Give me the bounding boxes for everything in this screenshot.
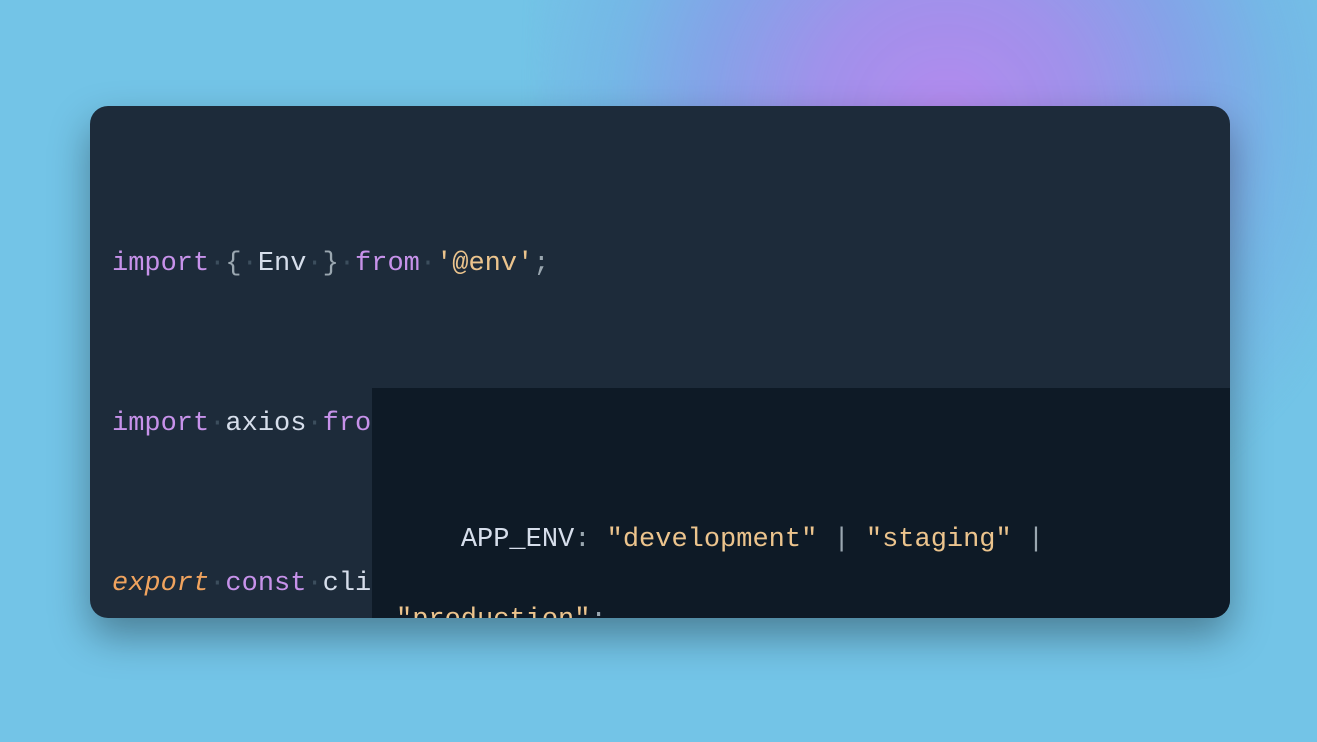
tooltip-key-app-env: APP_ENV xyxy=(461,525,574,555)
code-editor-window: import·{·Env·}·from·'@env'; import·axios… xyxy=(90,106,1230,618)
keyword-from: from xyxy=(355,249,420,279)
keyword-const: const xyxy=(225,569,306,599)
tooltip-content: APP_ENV: "development" | "staging" | "pr… xyxy=(374,470,1230,618)
keyword-import: import xyxy=(112,249,209,279)
keyword-import: import xyxy=(112,409,209,439)
tooltip-line: APP_ENV: "development" | "staging" | xyxy=(396,520,1230,560)
identifier-axios: axios xyxy=(225,409,306,439)
hover-type-tooltip[interactable]: APP_ENV: "development" | "staging" | "pr… xyxy=(374,390,1230,618)
keyword-export: export xyxy=(112,569,209,599)
string-env-module: '@env' xyxy=(436,249,533,279)
tooltip-line: "production"; xyxy=(396,600,1230,618)
code-line[interactable]: import·{·Env·}·from·'@env'; xyxy=(108,244,1212,284)
identifier-env: Env xyxy=(258,249,307,279)
